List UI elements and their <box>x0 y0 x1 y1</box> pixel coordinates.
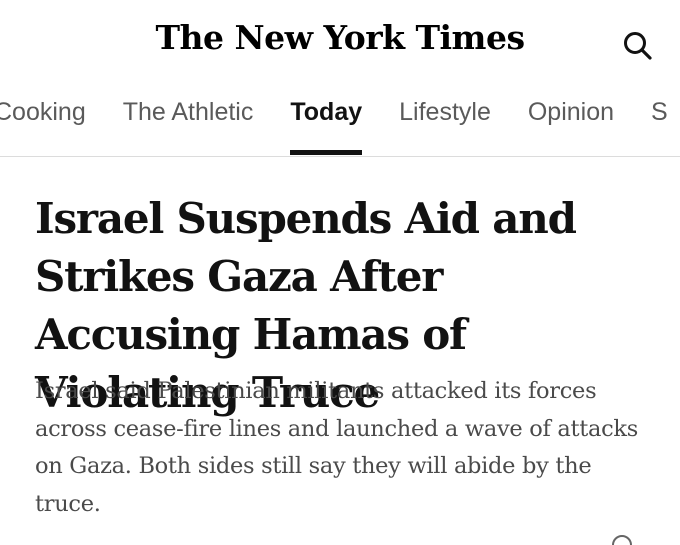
nav-tab-cooking[interactable]: Cooking <box>0 84 86 156</box>
article-summary: Israel said Palestinian militants attack… <box>35 378 638 517</box>
comment-icon[interactable] <box>612 535 632 545</box>
nav-tab-the-athletic[interactable]: The Athletic <box>123 84 254 156</box>
section-nav-track: Cooking The Athletic Today Lifestyle Opi… <box>0 84 680 156</box>
nav-tab-partial[interactable]: S <box>651 84 668 156</box>
nav-tab-lifestyle[interactable]: Lifestyle <box>399 84 491 156</box>
nav-tab-opinion[interactable]: Opinion <box>528 84 614 156</box>
nyt-logo[interactable]: The New York Times <box>0 10 680 66</box>
masthead: The New York Times <box>0 0 680 84</box>
search-button[interactable] <box>618 26 658 66</box>
nav-tab-today[interactable]: Today <box>290 84 362 156</box>
search-icon <box>624 32 652 60</box>
section-nav: Cooking The Athletic Today Lifestyle Opi… <box>0 84 680 157</box>
